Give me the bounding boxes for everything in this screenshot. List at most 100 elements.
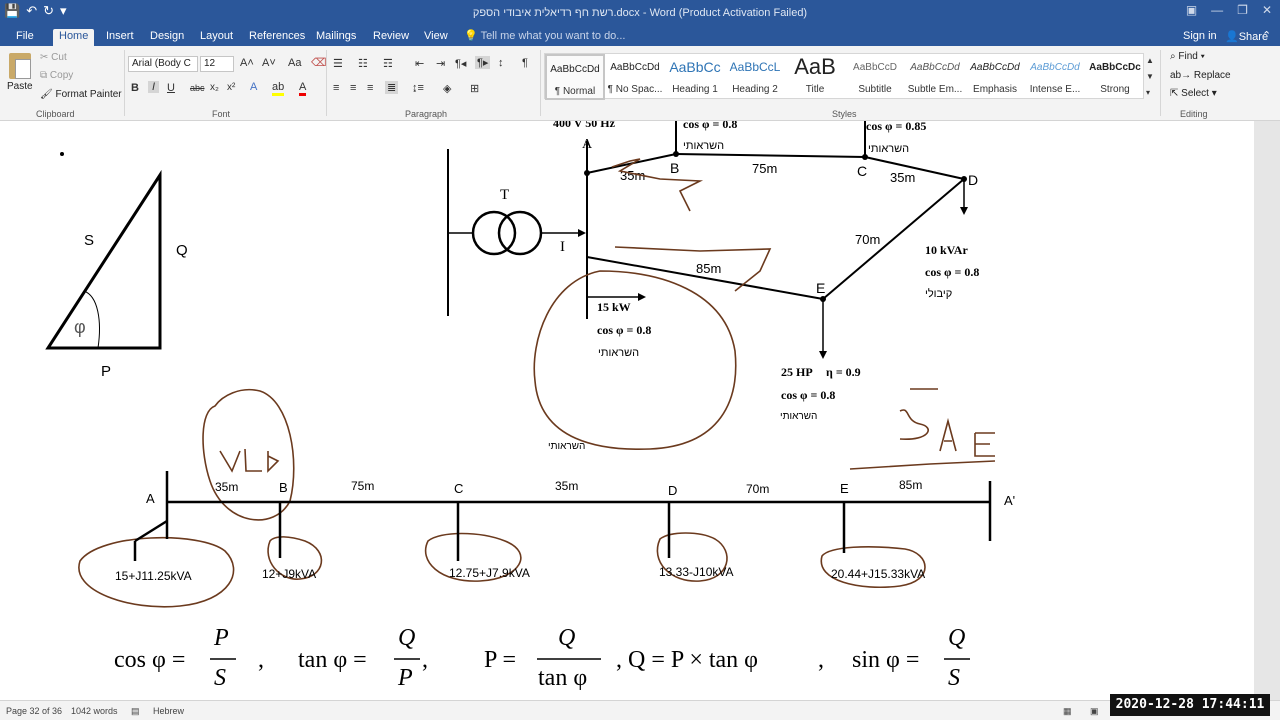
sign-in-link[interactable]: Sign in [1183, 30, 1217, 42]
select-button[interactable]: ⇱ Select ▾ [1170, 88, 1217, 99]
styles-scroll-down-icon[interactable]: ▼ [1146, 72, 1154, 81]
show-marks-icon[interactable]: ¶ [522, 57, 528, 69]
bold-icon[interactable]: B [131, 82, 139, 94]
node-label-d: D [968, 172, 978, 188]
align-left-icon[interactable]: ≡ [333, 82, 339, 94]
italic-icon[interactable]: I [148, 81, 160, 93]
vertical-scrollbar[interactable] [1262, 121, 1280, 700]
tab-home[interactable]: Home [53, 29, 95, 46]
tab-view[interactable]: View [418, 29, 454, 46]
replace-button[interactable]: ab→ Replace [1170, 70, 1231, 81]
numbering-icon[interactable]: ☷ [358, 57, 368, 70]
text-effects-icon[interactable]: A [250, 81, 257, 93]
minimize-icon[interactable]: — [1211, 3, 1223, 17]
tab-layout[interactable]: Layout [194, 29, 239, 46]
group-divider [1160, 50, 1161, 116]
format-painter-button[interactable]: 🖌 Format Painter [40, 89, 122, 100]
formula-cos-den: S [214, 665, 226, 691]
ltr-icon[interactable]: ¶▸ [475, 56, 491, 69]
style-normal[interactable]: AaBbCcDd ¶ Normal [545, 54, 605, 100]
change-case-icon[interactable]: Aa [288, 57, 301, 69]
network-diagram: T I 400 V 50 Hz A cos φ = 0.8 השראותי co… [447, 121, 979, 452]
ribbon-display-icon[interactable]: ▣ [1186, 3, 1197, 17]
clear-formatting-icon[interactable]: ⌫ [311, 56, 327, 69]
highlight-icon[interactable]: ab [272, 81, 285, 96]
copy-icon: ⧉ [40, 70, 50, 81]
paste-button[interactable]: Paste [7, 81, 33, 92]
style-heading-2[interactable]: AaBbCcL Heading 2 [725, 54, 785, 100]
bus-dist-cd: 35m [555, 479, 578, 493]
style-sample: AaB [794, 54, 836, 79]
close-icon[interactable]: ✕ [1262, 3, 1272, 17]
rtl-icon[interactable]: ¶◂ [455, 57, 466, 70]
style-intense-emphasis[interactable]: AaBbCcDd Intense E... [1025, 54, 1085, 100]
style-heading-1[interactable]: AaBbCc Heading 1 [665, 54, 725, 100]
format-painter-label: Format Painter [55, 89, 122, 100]
inductive-a-text: השראותי [598, 347, 639, 359]
decrease-indent-icon[interactable]: ⇤ [415, 57, 424, 70]
word-count[interactable]: 1042 words [71, 706, 118, 716]
formula-q: , Q = P × tan φ [616, 647, 758, 673]
window-controls: ▣ — ❐ ✕ [1186, 3, 1272, 17]
subscript-icon[interactable]: x₂ [210, 82, 219, 93]
annotation-text-ab [219, 448, 280, 473]
style-name: ¶ No Spac... [607, 84, 663, 95]
cos-d-text: cos φ = 0.8 [925, 265, 979, 279]
print-layout-icon[interactable]: ▣ [1090, 706, 1099, 717]
formula-p-lhs: P = [484, 647, 516, 673]
style-no-spacing[interactable]: AaBbCcDd ¶ No Spac... [605, 54, 665, 100]
style-subtitle[interactable]: AaBbCcD Subtitle [845, 54, 905, 100]
shrink-font-icon[interactable]: A˅ [262, 57, 276, 69]
font-family-select[interactable]: Arial (Body C [128, 56, 198, 72]
style-emphasis[interactable]: AaBbCcDd Emphasis [965, 54, 1025, 100]
styles-group-label: Styles [832, 109, 857, 119]
shading-icon[interactable]: ◈ [443, 82, 451, 95]
language-indicator[interactable]: Hebrew [153, 706, 184, 716]
bullets-icon[interactable]: ☰ [333, 57, 343, 70]
cut-button[interactable]: ✂ Cut [40, 52, 67, 63]
tell-me-search[interactable]: 💡 Tell me what you want to do... [464, 29, 625, 42]
styles-more-icon[interactable]: ▾ [1146, 88, 1150, 97]
copy-button[interactable]: ⧉ Copy [40, 70, 73, 81]
restore-icon[interactable]: ❐ [1237, 3, 1248, 17]
find-button[interactable]: ⌕ Find ▾ [1170, 51, 1205, 62]
grow-font-icon[interactable]: A˄ [240, 57, 254, 69]
underline-icon[interactable]: U [167, 82, 175, 94]
strikethrough-icon[interactable]: abc [190, 83, 205, 93]
superscript-icon[interactable]: x² [227, 82, 235, 93]
proofing-icon[interactable]: ▤ [131, 706, 140, 717]
style-strong[interactable]: AaBbCcDc Strong [1085, 54, 1145, 100]
justify-icon[interactable]: ≣ [385, 81, 399, 94]
style-subtle-emphasis[interactable]: AaBbCcDd Subtle Em... [905, 54, 965, 100]
bus-load-4: 13.33-J10kVA [659, 565, 734, 579]
tab-references[interactable]: References [243, 29, 311, 46]
read-mode-icon[interactable]: ▦ [1063, 706, 1072, 717]
paste-icon[interactable] [9, 53, 31, 79]
font-color-icon[interactable]: A [299, 81, 307, 96]
line-de [822, 178, 965, 300]
tab-insert[interactable]: Insert [100, 29, 140, 46]
multilevel-list-icon[interactable]: ☶ [383, 57, 393, 70]
cut-label: Cut [51, 52, 67, 63]
triangle-label-q: Q [176, 242, 188, 259]
page-count[interactable]: Page 32 of 36 [6, 706, 62, 716]
current-label: I [560, 239, 565, 255]
collapse-ribbon-icon[interactable]: ⌃ [1262, 29, 1271, 42]
style-sample: AaBbCcDc [1089, 62, 1141, 73]
tab-mailings[interactable]: Mailings [310, 29, 362, 46]
increase-indent-icon[interactable]: ⇥ [436, 57, 445, 70]
borders-icon[interactable]: ⊞ [470, 82, 479, 95]
font-size-select[interactable]: 12 [200, 56, 234, 72]
style-title[interactable]: AaB Title [785, 54, 845, 100]
replace-icon: ab→ [1170, 70, 1194, 81]
sort-icon[interactable]: ↕ [498, 57, 504, 69]
align-right-icon[interactable]: ≡ [367, 82, 373, 94]
line-spacing-icon[interactable]: ↨≡ [412, 82, 424, 94]
tab-review[interactable]: Review [367, 29, 415, 46]
tab-design[interactable]: Design [144, 29, 190, 46]
tab-file[interactable]: File [10, 29, 40, 46]
status-bar: Page 32 of 36 1042 words ▤ Hebrew ▦ ▣ [0, 700, 1280, 720]
styles-scroll-up-icon[interactable]: ▲ [1146, 56, 1154, 65]
kw-text: 15 kW [597, 300, 631, 314]
align-center-icon[interactable]: ≡ [350, 82, 356, 94]
